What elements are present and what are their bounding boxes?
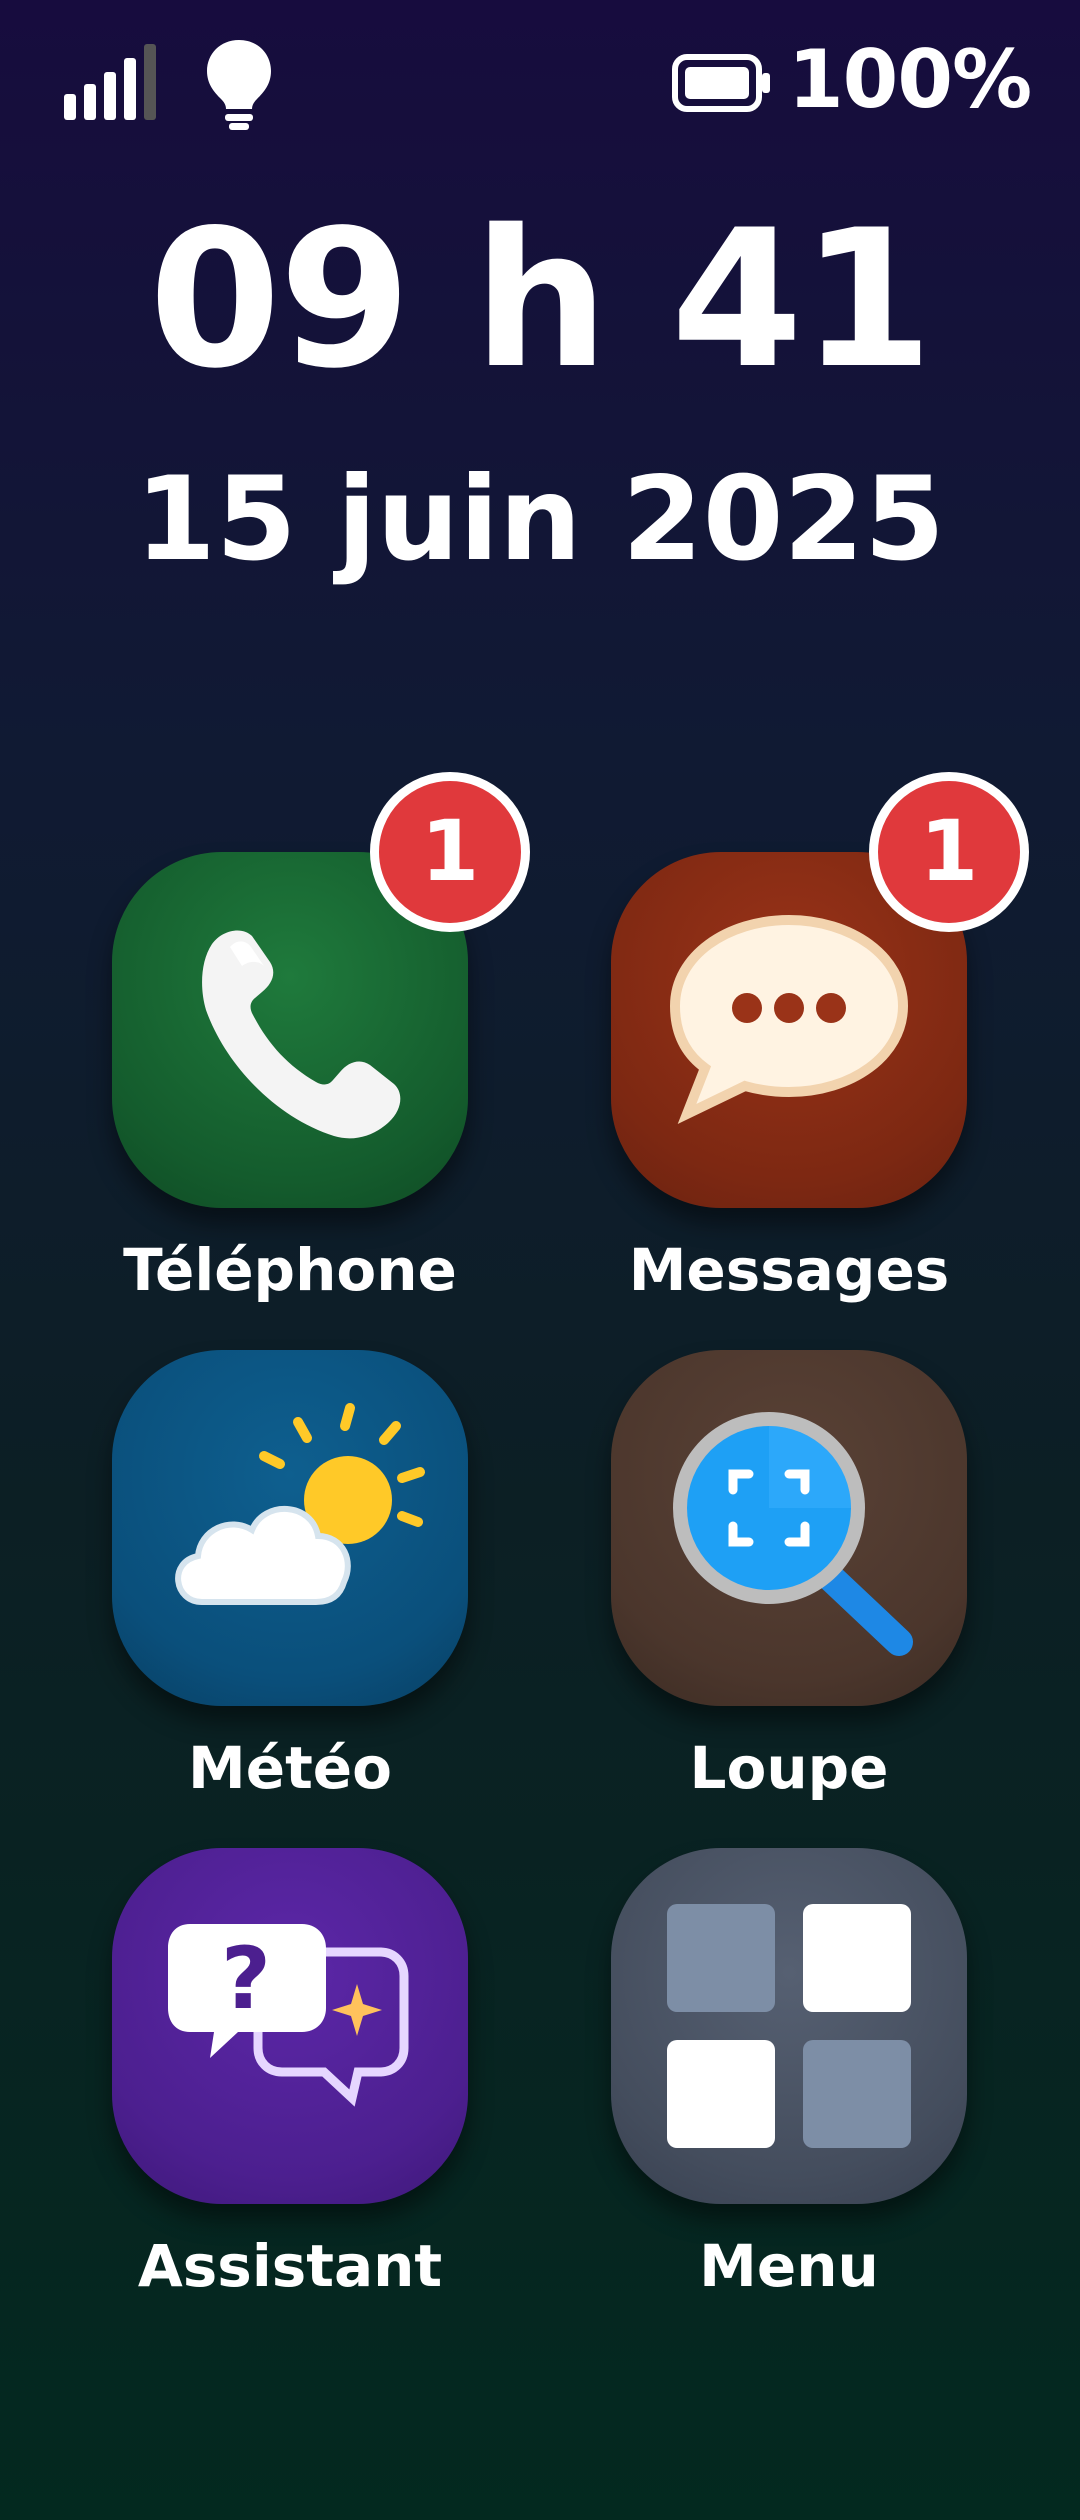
- app-label: Assistant: [137, 2232, 443, 2300]
- clock-date: 15 juin 2025: [135, 452, 945, 587]
- signal-strength-icon: [64, 44, 156, 120]
- clock-time: 09 h 41: [148, 189, 933, 410]
- notification-badge: 1: [370, 772, 530, 932]
- battery-percent: 100%: [788, 33, 1032, 126]
- app-label: Téléphone: [123, 1236, 457, 1304]
- app-label: Menu: [699, 2232, 879, 2300]
- app-label: Messages: [628, 1236, 950, 1304]
- weather-icon: [175, 1403, 425, 1605]
- loupe-tile[interactable]: [611, 1350, 967, 1706]
- menu-tile[interactable]: [611, 1848, 967, 2204]
- assistant-icon: ?: [168, 1924, 409, 2107]
- grid-icon: [667, 1904, 911, 2148]
- assistant-tile[interactable]: ?: [112, 1848, 468, 2204]
- app-label: Météo: [188, 1734, 392, 1802]
- magnifier-icon: [673, 1412, 913, 1656]
- status-bar: 100%: [0, 0, 1080, 160]
- meteo-tile[interactable]: [112, 1350, 468, 1706]
- app-label: Loupe: [689, 1734, 889, 1802]
- battery-icon: [672, 54, 770, 112]
- lightbulb-icon[interactable]: [204, 38, 274, 130]
- notification-badge: 1: [869, 772, 1029, 932]
- svg-text:?: ?: [221, 1929, 271, 2029]
